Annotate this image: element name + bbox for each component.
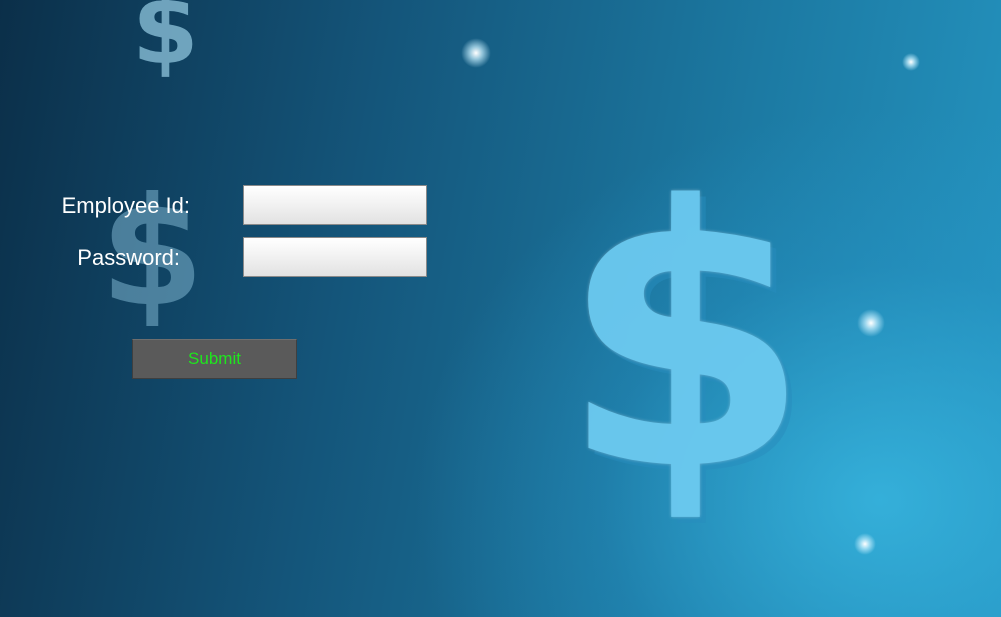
sparkle-icon xyxy=(902,53,920,71)
submit-button[interactable]: Submit xyxy=(132,339,297,379)
employee-id-label: Employee Id: xyxy=(61,193,190,218)
password-field[interactable] xyxy=(243,237,427,277)
sparkle-icon xyxy=(857,309,885,337)
sparkle-icon xyxy=(461,38,491,68)
dollar-icon: $ xyxy=(132,0,199,86)
employee-id-field[interactable] xyxy=(243,185,427,225)
dollar-icon: $ xyxy=(560,130,811,549)
password-label: Password: xyxy=(77,245,180,270)
sparkle-icon xyxy=(854,533,876,555)
